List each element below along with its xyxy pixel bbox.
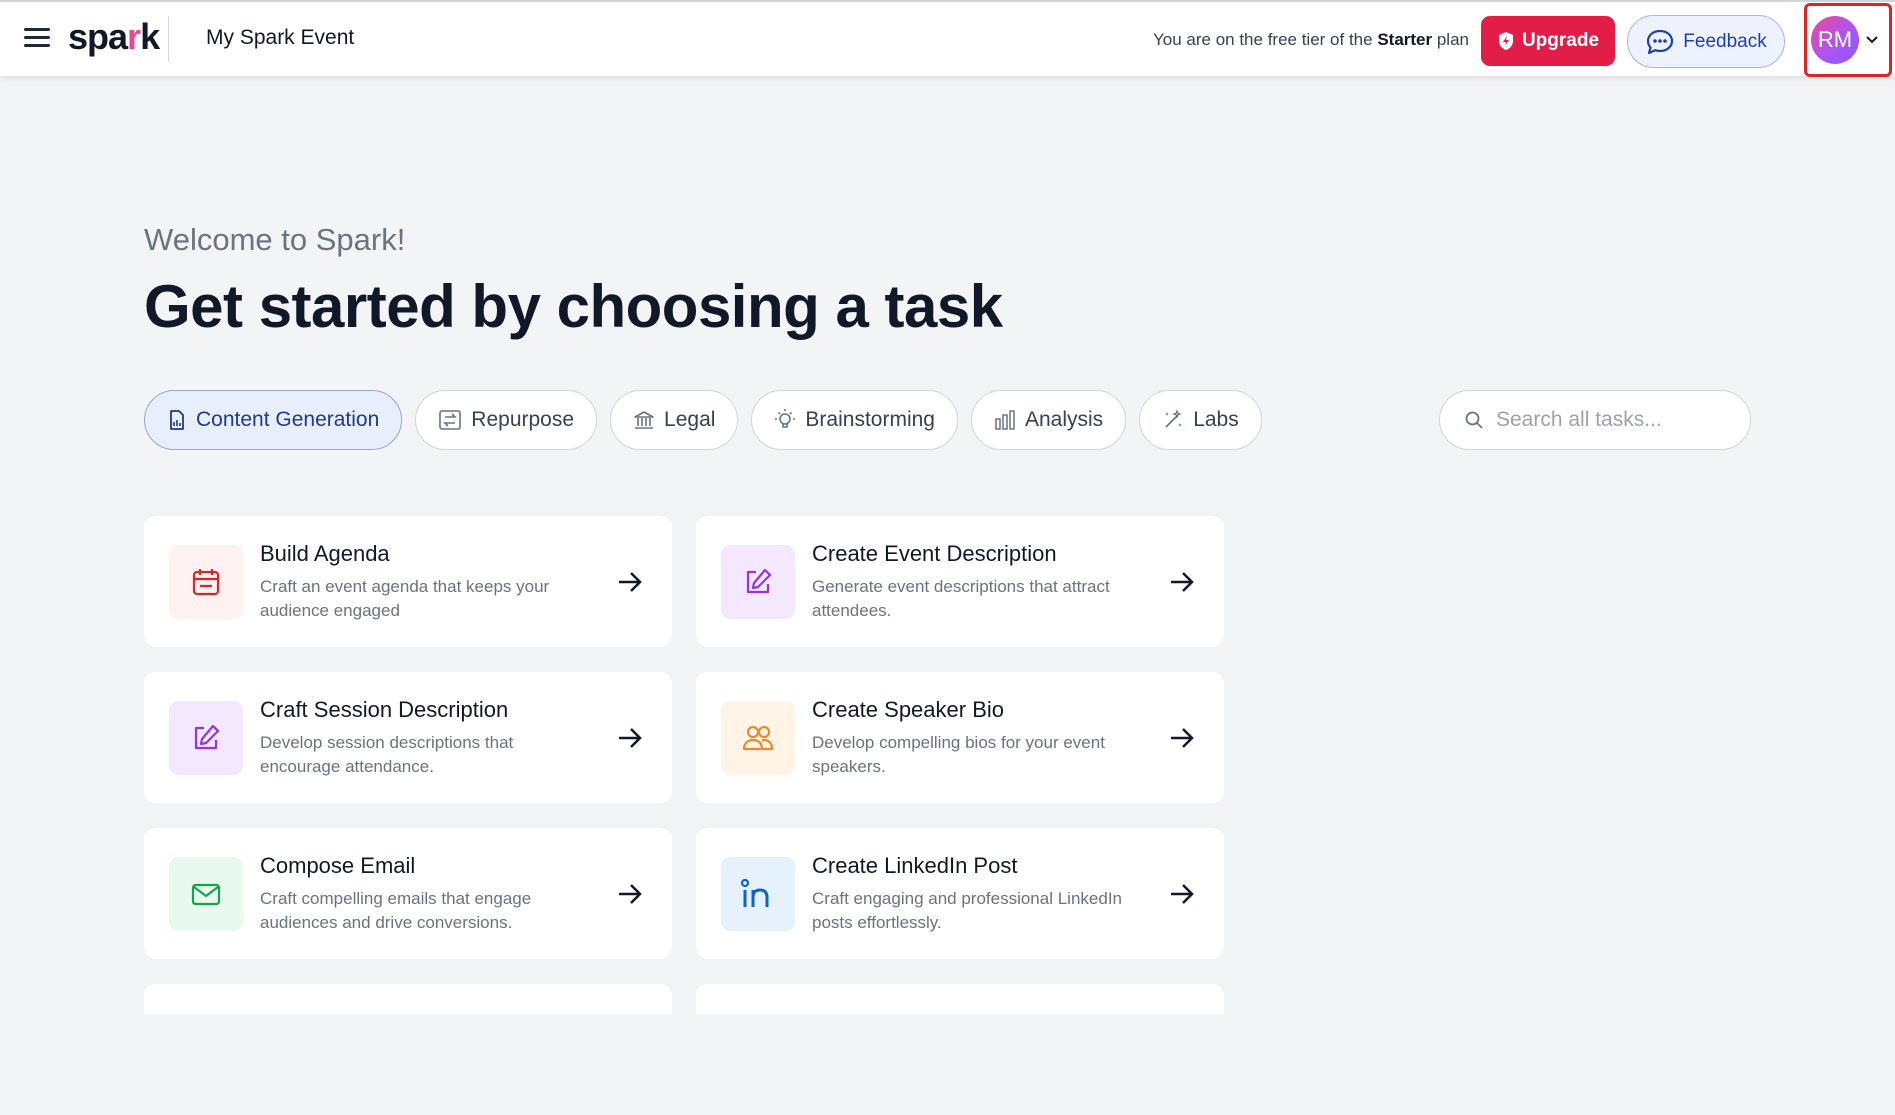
header-divider [168, 16, 169, 62]
mail-icon [191, 883, 221, 905]
task-card-partial[interactable] [696, 984, 1224, 1014]
tab-label: Brainstorming [805, 408, 935, 431]
arrow-right-icon[interactable] [1168, 724, 1196, 752]
task-card-partial[interactable] [144, 984, 672, 1014]
card-text: Create Event Description Generate event … [812, 541, 1142, 623]
arrow-right-icon[interactable] [616, 724, 644, 752]
tab-labs[interactable]: Labs [1139, 390, 1262, 450]
card-icon-wrapper [721, 544, 795, 619]
edit-icon [746, 568, 772, 593]
event-name[interactable]: My Spark Event [206, 26, 354, 50]
users-icon [742, 725, 774, 750]
user-menu-toggle[interactable]: RM [1804, 3, 1892, 77]
page-title: Get started by choosing a task [144, 273, 1003, 340]
card-text: Create LinkedIn Post Craft engaging and … [812, 853, 1142, 935]
chat-bubble-icon [1647, 29, 1674, 54]
tab-brainstorming[interactable]: Brainstorming [751, 390, 958, 450]
edit-icon [194, 724, 220, 749]
feedback-button[interactable]: Feedback [1627, 15, 1785, 68]
card-title: Create Speaker Bio [812, 696, 1004, 722]
card-icon-wrapper [169, 544, 243, 619]
arrow-right-icon[interactable] [1168, 880, 1196, 908]
card-icon-wrapper [721, 700, 795, 775]
card-text: Create Speaker Bio Develop compelling bi… [812, 697, 1142, 779]
task-card-craft-session-description[interactable]: Craft Session Description Develop sessio… [144, 672, 672, 803]
bar-chart-icon [995, 410, 1015, 430]
task-card-grid: Build Agenda Craft an event agenda that … [144, 516, 1224, 1115]
tab-label: Analysis [1024, 408, 1104, 431]
document-icon [170, 410, 184, 430]
magic-wand-icon [1165, 409, 1183, 428]
chevron-down-icon [1866, 36, 1878, 44]
card-text: Build Agenda Craft an event agenda that … [260, 541, 590, 623]
tab-label: Labs [1193, 408, 1239, 431]
arrow-right-icon[interactable] [616, 568, 644, 596]
task-card-create-linkedin-post[interactable]: Create LinkedIn Post Craft engaging and … [696, 828, 1224, 959]
tab-content-generation[interactable]: Content Generation [144, 390, 403, 450]
lightbulb-icon [775, 409, 796, 428]
top-navigation-bar: spark My Spark Event You are on the free… [0, 0, 1895, 77]
task-card-create-speaker-bio[interactable]: Create Speaker Bio Develop compelling bi… [696, 672, 1224, 803]
plan-notice: You are on the free tier of the Starter … [1153, 30, 1469, 50]
hamburger-menu-icon[interactable] [24, 28, 50, 50]
shield-bolt-icon [1498, 32, 1513, 50]
bank-icon [634, 411, 654, 429]
card-description: Craft engaging and professional LinkedIn… [812, 888, 1122, 932]
search-icon [1465, 411, 1483, 429]
welcome-text: Welcome to Spark! [144, 222, 406, 257]
task-category-tabs: Content Generation Repurpose Legal Brain… [144, 390, 1262, 450]
plan-name: Starter [1377, 30, 1433, 49]
logo-text-prefix: spa [68, 16, 128, 57]
arrow-right-icon[interactable] [1168, 568, 1196, 596]
card-text: Compose Email Craft compelling emails th… [260, 853, 590, 935]
calendar-icon [192, 568, 220, 595]
tab-label: Content Generation [196, 408, 380, 431]
card-description: Develop compelling bios for your event s… [812, 732, 1105, 776]
avatar: RM [1811, 16, 1859, 64]
card-title: Build Agenda [260, 540, 390, 566]
card-icon-wrapper [169, 700, 243, 775]
logo-text-accent: r [127, 16, 141, 57]
repurpose-icon [439, 410, 462, 430]
card-title: Create LinkedIn Post [812, 852, 1018, 878]
card-description: Craft an event agenda that keeps your au… [260, 576, 550, 620]
logo-text-suffix: k [140, 16, 160, 57]
upgrade-label: Upgrade [1521, 30, 1600, 51]
search-input[interactable] [1494, 407, 1734, 433]
task-card-build-agenda[interactable]: Build Agenda Craft an event agenda that … [144, 516, 672, 647]
arrow-right-icon[interactable] [616, 880, 644, 908]
card-icon-wrapper [721, 856, 795, 931]
spark-logo[interactable]: spark [68, 16, 160, 58]
card-title: Compose Email [260, 852, 416, 878]
card-description: Craft compelling emails that engage audi… [260, 888, 532, 932]
tab-repurpose[interactable]: Repurpose [415, 390, 598, 450]
card-description: Generate event descriptions that attract… [812, 576, 1110, 620]
tab-label: Repurpose [471, 408, 575, 431]
plan-notice-prefix: You are on the free tier of the [1153, 30, 1378, 49]
card-icon-wrapper [169, 856, 243, 931]
plan-notice-suffix: plan [1432, 30, 1469, 49]
card-title: Craft Session Description [260, 696, 509, 722]
upgrade-button[interactable]: Upgrade [1481, 16, 1615, 66]
tab-analysis[interactable]: Analysis [970, 390, 1127, 450]
card-description: Develop session descriptions that encour… [260, 732, 514, 776]
tab-legal[interactable]: Legal [610, 390, 739, 450]
linkedin-icon [740, 878, 769, 907]
feedback-label: Feedback [1683, 30, 1767, 52]
tab-label: Legal [664, 408, 716, 431]
task-search-box[interactable] [1439, 390, 1751, 450]
card-text: Craft Session Description Develop sessio… [260, 697, 590, 779]
task-card-compose-email[interactable]: Compose Email Craft compelling emails th… [144, 828, 672, 959]
task-card-create-event-description[interactable]: Create Event Description Generate event … [696, 516, 1224, 647]
card-title: Create Event Description [812, 540, 1057, 566]
